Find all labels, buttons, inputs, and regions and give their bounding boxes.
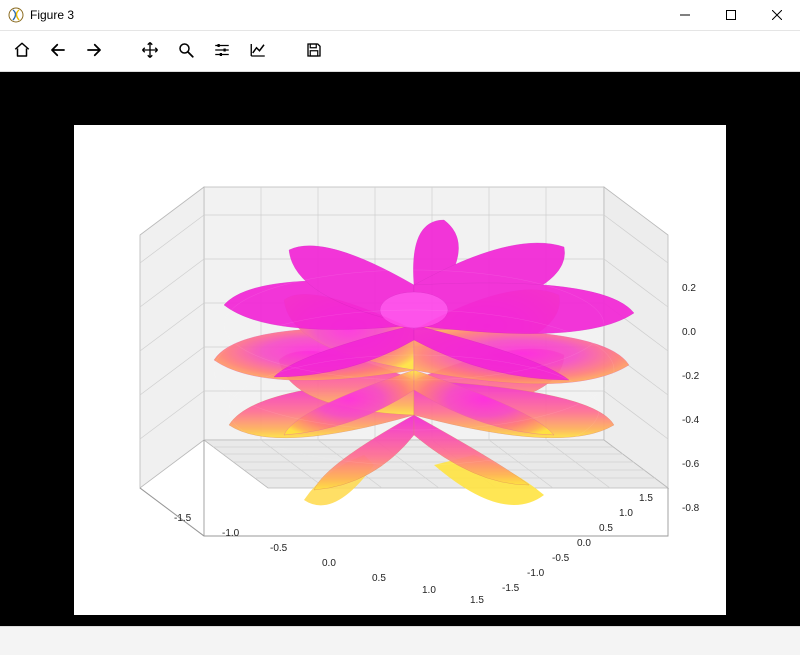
close-button[interactable] [754,0,800,30]
z-tick-label: 0.0 [682,327,696,338]
y-tick-label: -1.5 [502,583,519,594]
y-tick-label: -1.0 [527,568,544,579]
y-tick-label: 1.0 [619,508,633,519]
move-icon [141,41,159,62]
back-button[interactable] [40,34,76,68]
x-tick-label: -1.5 [174,513,191,524]
z-tick-label: -0.8 [682,503,699,514]
arrow-left-icon [49,41,67,62]
maximize-button[interactable] [708,0,754,30]
y-tick-label: -0.5 [552,553,569,564]
axes-wall-right [604,187,668,488]
edit-axes-button[interactable] [240,34,276,68]
zoom-button[interactable] [168,34,204,68]
forward-button[interactable] [76,34,112,68]
z-tick-label: -0.2 [682,371,699,382]
axes3d [74,125,726,615]
y-tick-label: 0.0 [577,538,591,549]
configure-subplots-button[interactable] [204,34,240,68]
x-tick-label: 0.5 [372,573,386,584]
x-tick-label: 1.5 [470,595,484,606]
pan-button[interactable] [132,34,168,68]
z-tick-label: 0.2 [682,283,696,294]
minimize-button[interactable] [662,0,708,30]
y-tick-label: 0.5 [599,523,613,534]
chart-line-icon [249,41,267,62]
save-icon [305,41,323,62]
x-tick-label: 1.0 [422,585,436,596]
z-tick-label: -0.6 [682,459,699,470]
titlebar: Figure 3 [0,0,800,31]
app-icon [8,7,24,23]
figure-canvas-area: 0.2 0.0 -0.2 -0.4 -0.6 -0.8 1.5 1.0 0.5 … [0,72,800,626]
home-button[interactable] [4,34,40,68]
status-bar [0,626,800,655]
zoom-icon [177,41,195,62]
figure-canvas[interactable]: 0.2 0.0 -0.2 -0.4 -0.6 -0.8 1.5 1.0 0.5 … [74,125,726,615]
home-icon [13,41,31,62]
save-button[interactable] [296,34,332,68]
arrow-right-icon [85,41,103,62]
x-tick-label: -0.5 [270,543,287,554]
x-tick-label: -1.0 [222,528,239,539]
axes-wall-left [140,187,204,488]
matplotlib-toolbar [0,31,800,72]
window-title: Figure 3 [30,8,74,22]
sliders-icon [213,41,231,62]
z-tick-label: -0.4 [682,415,699,426]
x-tick-label: 0.0 [322,558,336,569]
y-tick-label: 1.5 [639,493,653,504]
